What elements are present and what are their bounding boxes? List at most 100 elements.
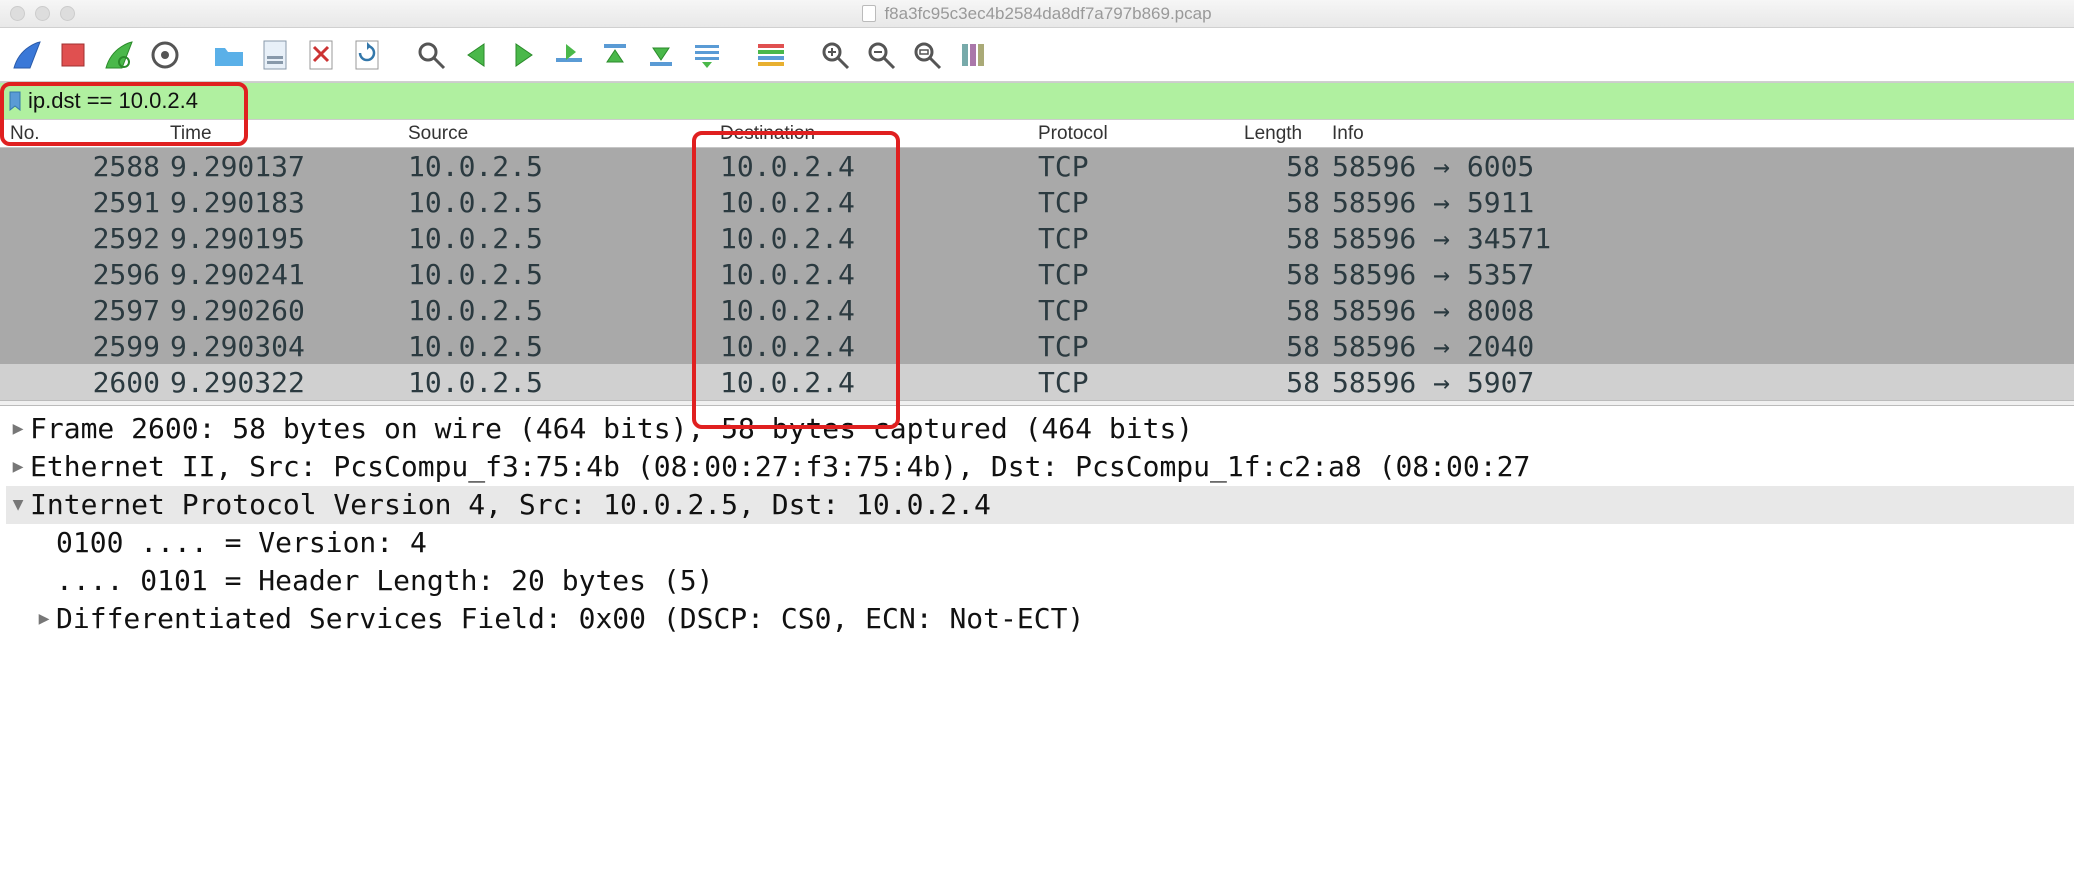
- bookmark-icon[interactable]: [8, 91, 22, 111]
- cell-time: 9.290241: [170, 258, 408, 291]
- detail-text: Internet Protocol Version 4, Src: 10.0.2…: [30, 486, 991, 524]
- header-destination[interactable]: Destination: [720, 123, 1038, 145]
- cell-destination: 10.0.2.4: [720, 186, 1038, 219]
- cell-source: 10.0.2.5: [408, 186, 720, 219]
- colorize-icon[interactable]: [750, 34, 792, 76]
- cell-length: 58: [1244, 330, 1332, 363]
- open-icon[interactable]: [208, 34, 250, 76]
- collapse-icon[interactable]: ▼: [6, 486, 30, 524]
- packet-details[interactable]: ▶Frame 2600: 58 bytes on wire (464 bits)…: [0, 406, 2074, 638]
- stop-icon[interactable]: [52, 34, 94, 76]
- cell-protocol: TCP: [1038, 186, 1244, 219]
- cell-length: 58: [1244, 222, 1332, 255]
- expand-icon[interactable]: ▶: [6, 410, 30, 448]
- header-source[interactable]: Source: [408, 123, 720, 145]
- minimize-window-icon[interactable]: [35, 6, 50, 21]
- expand-icon[interactable]: ▶: [32, 600, 56, 638]
- cell-length: 58: [1244, 294, 1332, 327]
- restart-icon[interactable]: [98, 34, 140, 76]
- cell-destination: 10.0.2.4: [720, 366, 1038, 399]
- table-row[interactable]: 25969.29024110.0.2.510.0.2.4TCP5858596 →…: [0, 256, 2074, 292]
- cell-source: 10.0.2.5: [408, 222, 720, 255]
- main-toolbar: [0, 28, 2074, 82]
- header-no[interactable]: No.: [0, 123, 170, 145]
- display-filter-input[interactable]: [22, 88, 2066, 114]
- detail-text: Frame 2600: 58 bytes on wire (464 bits),…: [30, 410, 1193, 448]
- cell-destination: 10.0.2.4: [720, 294, 1038, 327]
- cell-protocol: TCP: [1038, 222, 1244, 255]
- cell-length: 58: [1244, 258, 1332, 291]
- cell-info: 58596 → 8008: [1332, 294, 2074, 327]
- resize-cols-icon[interactable]: [952, 34, 994, 76]
- close-file-icon[interactable]: [300, 34, 342, 76]
- table-row[interactable]: 25979.29026010.0.2.510.0.2.4TCP5858596 →…: [0, 292, 2074, 328]
- cell-no: 2600: [0, 366, 170, 399]
- detail-text: Differentiated Services Field: 0x00 (DSC…: [56, 600, 1084, 638]
- cell-source: 10.0.2.5: [408, 366, 720, 399]
- cell-destination: 10.0.2.4: [720, 222, 1038, 255]
- cell-length: 58: [1244, 186, 1332, 219]
- cell-info: 58596 → 34571: [1332, 222, 2074, 255]
- cell-protocol: TCP: [1038, 258, 1244, 291]
- cell-time: 9.290137: [170, 150, 408, 183]
- cell-no: 2591: [0, 186, 170, 219]
- prev-icon[interactable]: [456, 34, 498, 76]
- detail-dscp[interactable]: ▶Differentiated Services Field: 0x00 (DS…: [6, 600, 2074, 638]
- cell-destination: 10.0.2.4: [720, 150, 1038, 183]
- header-protocol[interactable]: Protocol: [1038, 123, 1244, 145]
- cell-protocol: TCP: [1038, 150, 1244, 183]
- display-filter-bar: [0, 82, 2074, 120]
- cell-source: 10.0.2.5: [408, 294, 720, 327]
- cell-destination: 10.0.2.4: [720, 330, 1038, 363]
- detail-text: .... 0101 = Header Length: 20 bytes (5): [56, 562, 713, 600]
- last-icon[interactable]: [640, 34, 682, 76]
- cell-time: 9.290183: [170, 186, 408, 219]
- detail-ethernet[interactable]: ▶Ethernet II, Src: PcsCompu_f3:75:4b (08…: [6, 448, 2074, 486]
- packet-list[interactable]: 25889.29013710.0.2.510.0.2.4TCP5858596 →…: [0, 148, 2074, 400]
- next-icon[interactable]: [502, 34, 544, 76]
- table-row[interactable]: 25999.29030410.0.2.510.0.2.4TCP5858596 →…: [0, 328, 2074, 364]
- table-row[interactable]: 25929.29019510.0.2.510.0.2.4TCP5858596 →…: [0, 220, 2074, 256]
- find-icon[interactable]: [410, 34, 452, 76]
- detail-ip-version[interactable]: 0100 .... = Version: 4: [6, 524, 2074, 562]
- cell-no: 2588: [0, 150, 170, 183]
- cell-no: 2596: [0, 258, 170, 291]
- cell-source: 10.0.2.5: [408, 258, 720, 291]
- expand-icon[interactable]: ▶: [6, 448, 30, 486]
- zoom-out-icon[interactable]: [860, 34, 902, 76]
- cell-protocol: TCP: [1038, 294, 1244, 327]
- table-row[interactable]: 25919.29018310.0.2.510.0.2.4TCP5858596 →…: [0, 184, 2074, 220]
- cell-time: 9.290322: [170, 366, 408, 399]
- maximize-window-icon[interactable]: [60, 6, 75, 21]
- zoom-in-icon[interactable]: [814, 34, 856, 76]
- options-icon[interactable]: [144, 34, 186, 76]
- cell-time: 9.290260: [170, 294, 408, 327]
- cell-destination: 10.0.2.4: [720, 258, 1038, 291]
- detail-ip-header-length[interactable]: .... 0101 = Header Length: 20 bytes (5): [6, 562, 2074, 600]
- titlebar: f8a3fc95c3ec4b2584da8df7a797b869.pcap: [0, 0, 2074, 28]
- header-info[interactable]: Info: [1332, 123, 2074, 145]
- cell-info: 58596 → 5911: [1332, 186, 2074, 219]
- cell-info: 58596 → 6005: [1332, 150, 2074, 183]
- header-length[interactable]: Length: [1244, 123, 1332, 145]
- detail-ip[interactable]: ▼Internet Protocol Version 4, Src: 10.0.…: [6, 486, 2074, 524]
- detail-text: 0100 .... = Version: 4: [56, 524, 427, 562]
- cell-source: 10.0.2.5: [408, 330, 720, 363]
- table-row[interactable]: 25889.29013710.0.2.510.0.2.4TCP5858596 →…: [0, 148, 2074, 184]
- cell-length: 58: [1244, 150, 1332, 183]
- zoom-reset-icon[interactable]: [906, 34, 948, 76]
- packet-list-headers[interactable]: No. Time Source Destination Protocol Len…: [0, 120, 2074, 148]
- window-controls: [10, 6, 75, 21]
- close-window-icon[interactable]: [10, 6, 25, 21]
- detail-frame[interactable]: ▶Frame 2600: 58 bytes on wire (464 bits)…: [6, 410, 2074, 448]
- table-row[interactable]: 26009.29032210.0.2.510.0.2.4TCP5858596 →…: [0, 364, 2074, 400]
- save-icon[interactable]: [254, 34, 296, 76]
- header-time[interactable]: Time: [170, 123, 408, 145]
- cell-time: 9.290195: [170, 222, 408, 255]
- cell-info: 58596 → 2040: [1332, 330, 2074, 363]
- goto-icon[interactable]: [548, 34, 590, 76]
- reload-icon[interactable]: [346, 34, 388, 76]
- first-icon[interactable]: [594, 34, 636, 76]
- autoscroll-icon[interactable]: [686, 34, 728, 76]
- shark-fin-icon[interactable]: [6, 34, 48, 76]
